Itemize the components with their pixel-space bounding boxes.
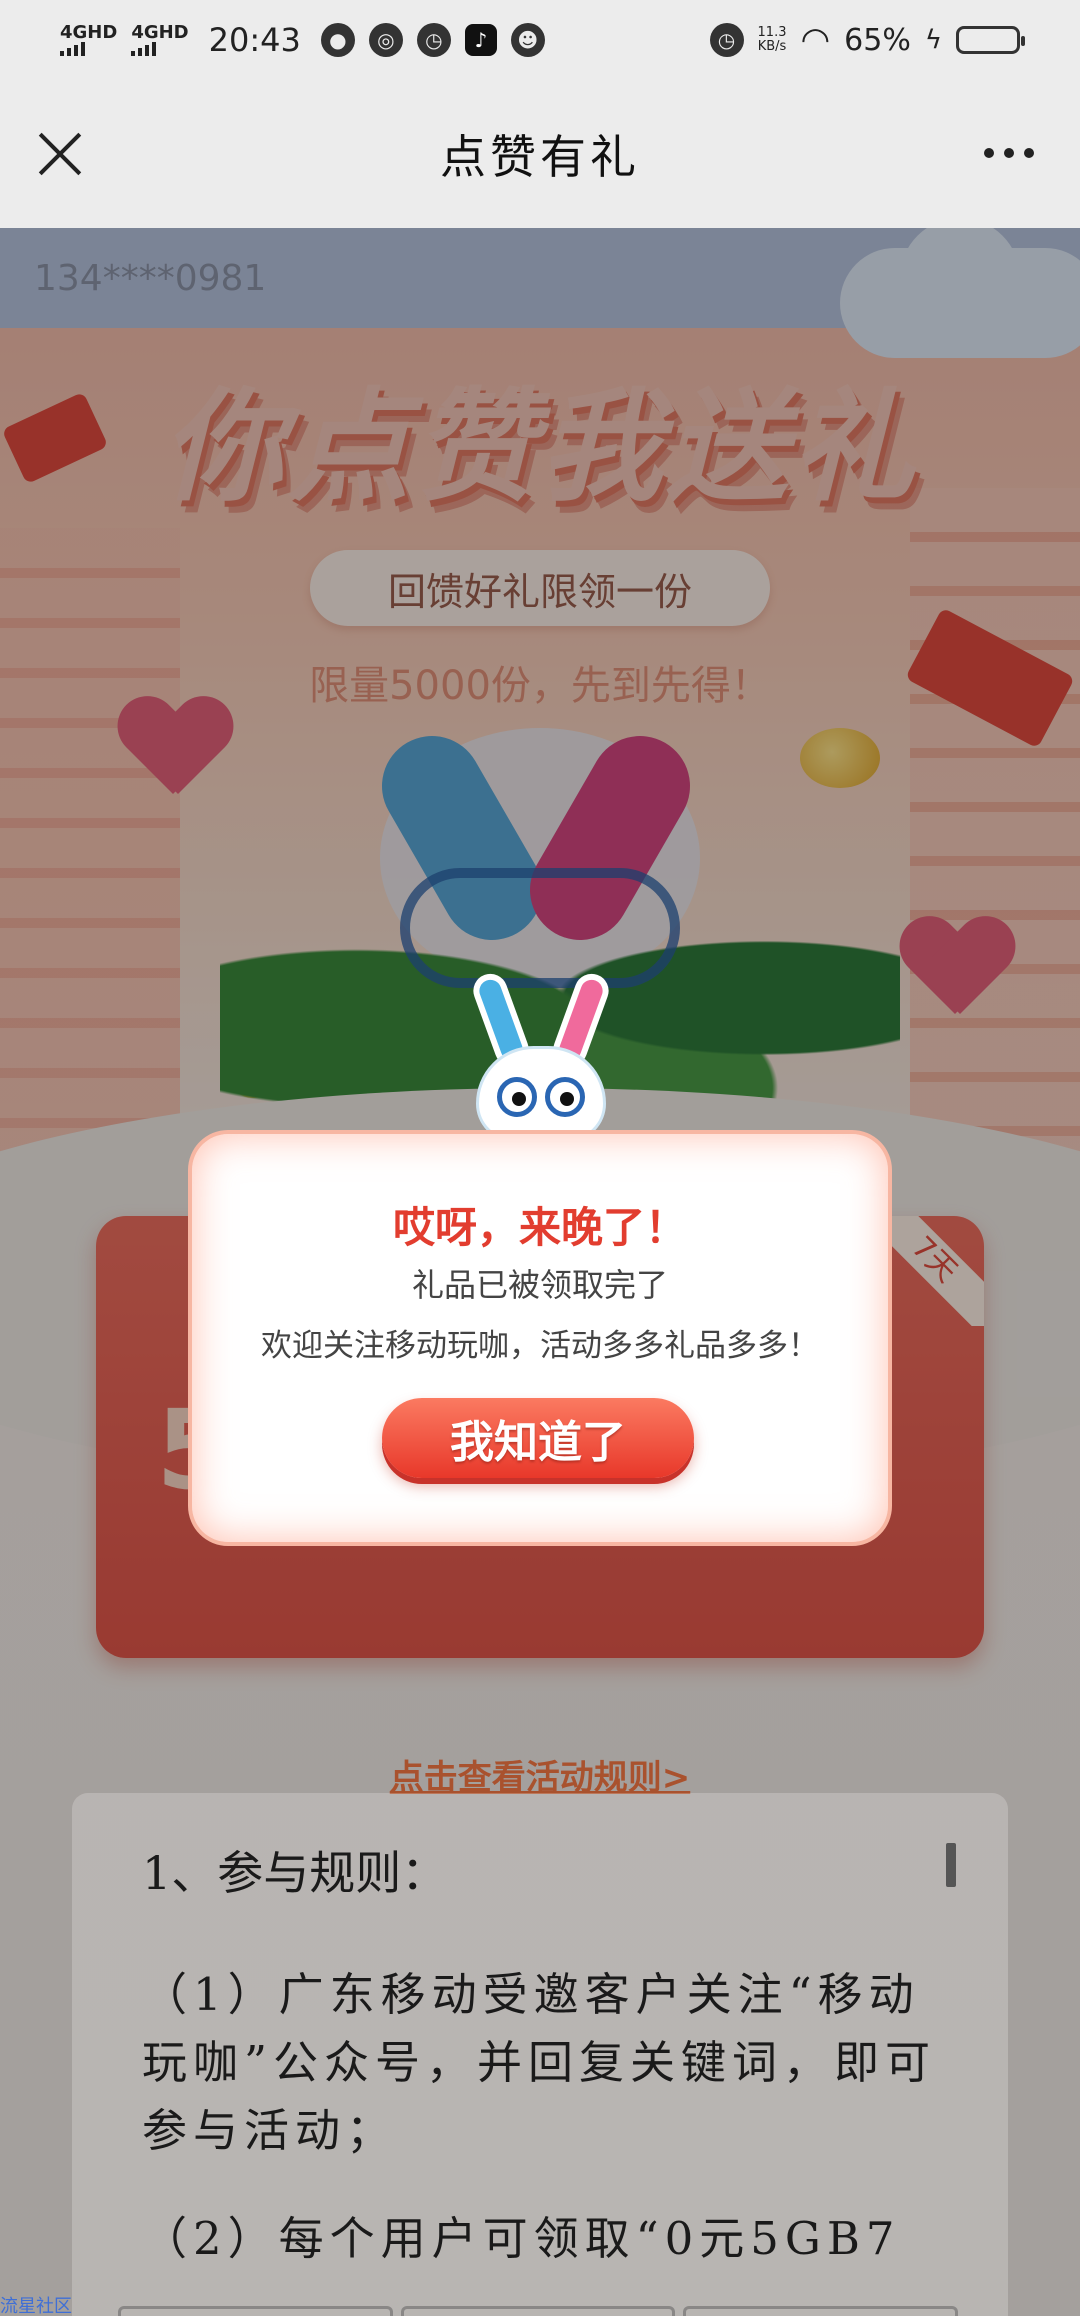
- alarm-clock-icon: ◷: [416, 23, 451, 57]
- network-speed: 11.3 KB/s: [757, 25, 787, 54]
- bunny-mascot: [466, 969, 616, 1142]
- page-title: 点赞有礼: [440, 130, 640, 184]
- title-bar: 点赞有礼: [0, 80, 1080, 228]
- message-bubble-icon: ●: [320, 23, 355, 57]
- rules-heading: 1、参与规则：: [142, 1846, 448, 1900]
- cellular-signal-2-icon: 4GHD: [131, 24, 189, 56]
- dialog-description: 欢迎关注移动玩咖，活动多多礼品多多！: [261, 1328, 819, 1364]
- more-options-icon[interactable]: [984, 138, 1044, 168]
- bottom-tab-outlines: [118, 2306, 959, 2316]
- battery-percent: 65%: [844, 22, 911, 58]
- battery-icon: [956, 26, 1025, 54]
- scrollbar[interactable]: [946, 1843, 956, 1887]
- watermark: 流星社区: [0, 2296, 72, 2316]
- wechat-icon: ◎: [368, 23, 403, 57]
- charging-icon: ϟ: [924, 25, 942, 55]
- close-icon[interactable]: [36, 130, 84, 178]
- wifi-icon: ◠: [800, 20, 831, 60]
- alarm-clock-icon: ◷: [709, 23, 744, 57]
- got-it-button[interactable]: 我知道了: [382, 1398, 694, 1478]
- activity-rules-link[interactable]: 点击查看活动规则>: [0, 1750, 1080, 1799]
- cellular-signal-1-icon: 4GHD: [60, 24, 117, 56]
- status-bar: 4GHD 4GHD 20:43 ● ◎ ◷ ♪ ☻ ◷ 11.3 KB/s ◠ …: [0, 0, 1080, 80]
- rules-panel: 1、参与规则： （1）广东移动受邀客户关注“移动玩咖”公众号，并回复关键词，即可…: [72, 1793, 1008, 2316]
- prize-unavailable-dialog: 哎呀，来晚了！ 礼品已被领取完了 欢迎关注移动玩咖，活动多多礼品多多！ 我知道了: [192, 1134, 888, 1542]
- dialog-subtitle: 礼品已被领取完了: [411, 1266, 668, 1304]
- clock: 20:43: [208, 21, 301, 59]
- rules-paragraph: （2）每个用户可领取“0元5GB7: [142, 2212, 901, 2265]
- dialog-title: 哎呀，来晚了！: [392, 1203, 687, 1252]
- cat-face-icon: ☻: [510, 23, 545, 57]
- rules-paragraph: （1）广东移动受邀客户关注“移动玩咖”公众号，并回复关键词，即可参与活动；: [142, 1968, 937, 2157]
- tiktok-icon: ♪: [464, 24, 497, 56]
